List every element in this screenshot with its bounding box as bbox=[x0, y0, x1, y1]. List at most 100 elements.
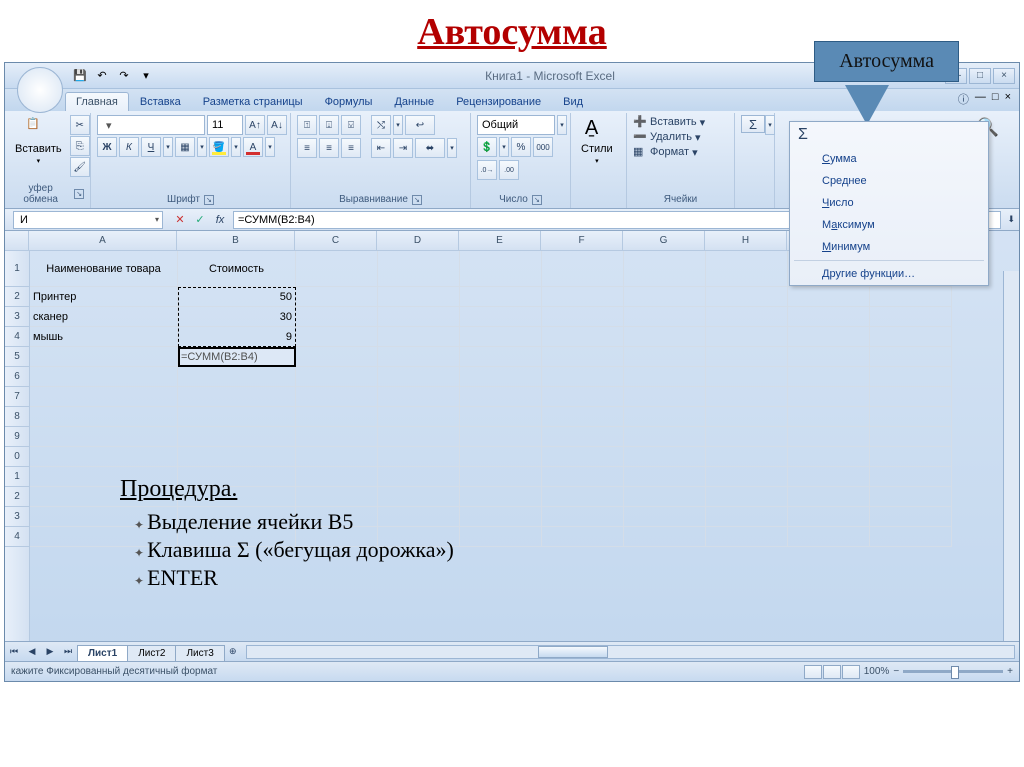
cell[interactable] bbox=[624, 251, 706, 287]
cell[interactable] bbox=[870, 387, 952, 407]
cell[interactable] bbox=[624, 447, 706, 467]
cell[interactable] bbox=[460, 527, 542, 547]
paste-button[interactable]: 📋 Вставить ▾ bbox=[11, 115, 66, 167]
shrink-font-icon[interactable]: A↓ bbox=[267, 115, 287, 135]
align-right-icon[interactable]: ≡ bbox=[341, 138, 361, 158]
wrap-text-icon[interactable]: ↩ bbox=[405, 115, 435, 135]
cell[interactable] bbox=[624, 487, 706, 507]
font-color-button[interactable]: A bbox=[243, 137, 263, 157]
cell[interactable] bbox=[296, 287, 378, 307]
cell[interactable] bbox=[706, 507, 788, 527]
cell[interactable] bbox=[542, 467, 624, 487]
cell[interactable]: Наименование товара bbox=[30, 251, 178, 287]
cell[interactable] bbox=[788, 487, 870, 507]
format-cells-button[interactable]: ▦Формат ▾ bbox=[633, 145, 705, 159]
cell[interactable] bbox=[706, 427, 788, 447]
cell[interactable]: Стоимость bbox=[178, 251, 296, 287]
doc-close-icon[interactable]: × bbox=[1005, 91, 1011, 107]
cell[interactable] bbox=[460, 407, 542, 427]
col-header[interactable]: E bbox=[459, 231, 541, 250]
qat-more-icon[interactable]: ▾ bbox=[137, 67, 155, 85]
cell[interactable] bbox=[542, 427, 624, 447]
cell[interactable]: сканер bbox=[30, 307, 178, 327]
row-header[interactable]: 0 bbox=[5, 447, 29, 467]
cell[interactable] bbox=[460, 251, 542, 287]
view-page-layout-icon[interactable] bbox=[823, 665, 841, 679]
increase-decimal-icon[interactable]: .0→ bbox=[477, 160, 497, 180]
sheet-tab[interactable]: Лист3 bbox=[175, 645, 224, 661]
cell[interactable] bbox=[460, 467, 542, 487]
cell[interactable] bbox=[870, 427, 952, 447]
cell[interactable] bbox=[460, 327, 542, 347]
cell[interactable] bbox=[178, 447, 296, 467]
name-box[interactable]: И bbox=[13, 211, 163, 229]
indent-decrease-icon[interactable]: ⇤ bbox=[371, 138, 391, 158]
doc-restore-icon[interactable]: □ bbox=[992, 91, 999, 107]
dialog-launcher-icon[interactable]: ↘ bbox=[204, 195, 214, 205]
cell[interactable] bbox=[870, 467, 952, 487]
cell[interactable] bbox=[460, 307, 542, 327]
cell[interactable] bbox=[788, 367, 870, 387]
row-header[interactable]: 8 bbox=[5, 407, 29, 427]
prev-sheet-icon[interactable]: ◀ bbox=[23, 643, 41, 661]
cell[interactable] bbox=[460, 287, 542, 307]
menu-average[interactable]: Среднее bbox=[790, 170, 988, 192]
font-name-box[interactable]: ▾ bbox=[97, 115, 205, 135]
tab-review[interactable]: Рецензирование bbox=[445, 92, 552, 111]
col-header[interactable]: D bbox=[377, 231, 459, 250]
sheet-tab[interactable]: Лист2 bbox=[127, 645, 176, 661]
cell[interactable] bbox=[870, 327, 952, 347]
cell[interactable]: Принтер bbox=[30, 287, 178, 307]
row-header[interactable]: 1 bbox=[5, 467, 29, 487]
cell[interactable] bbox=[542, 327, 624, 347]
cell[interactable] bbox=[624, 327, 706, 347]
cell[interactable] bbox=[870, 287, 952, 307]
save-icon[interactable]: 💾 bbox=[71, 67, 89, 85]
cell[interactable] bbox=[296, 307, 378, 327]
row-header[interactable]: 6 bbox=[5, 367, 29, 387]
cell[interactable] bbox=[378, 407, 460, 427]
percent-icon[interactable]: % bbox=[511, 137, 531, 157]
indent-increase-icon[interactable]: ⇥ bbox=[393, 138, 413, 158]
font-size-box[interactable]: 11 bbox=[207, 115, 243, 135]
cell[interactable] bbox=[178, 427, 296, 447]
cell[interactable] bbox=[870, 347, 952, 367]
delete-cells-button[interactable]: ➖Удалить ▾ bbox=[633, 130, 705, 144]
cell[interactable] bbox=[706, 307, 788, 327]
dialog-launcher-icon[interactable]: ↘ bbox=[412, 195, 422, 205]
sheet-tab[interactable]: Лист1 bbox=[77, 645, 128, 661]
format-painter-icon[interactable]: 🖌 bbox=[70, 157, 90, 177]
decrease-decimal-icon[interactable]: .00 bbox=[499, 160, 519, 180]
cell[interactable] bbox=[624, 507, 706, 527]
maximize-button[interactable]: □ bbox=[969, 68, 991, 84]
cell[interactable] bbox=[296, 327, 378, 347]
cell[interactable] bbox=[542, 307, 624, 327]
col-header[interactable]: H bbox=[705, 231, 787, 250]
cell[interactable] bbox=[788, 407, 870, 427]
underline-button[interactable]: Ч bbox=[141, 137, 161, 157]
cell[interactable] bbox=[460, 507, 542, 527]
cell[interactable] bbox=[542, 367, 624, 387]
row-header[interactable]: 4 bbox=[5, 327, 29, 347]
row-header[interactable]: 9 bbox=[5, 427, 29, 447]
cell[interactable] bbox=[460, 427, 542, 447]
cell[interactable] bbox=[178, 367, 296, 387]
cell[interactable] bbox=[296, 347, 378, 367]
cell[interactable] bbox=[542, 507, 624, 527]
dialog-launcher-icon[interactable]: ↘ bbox=[74, 189, 84, 199]
office-button[interactable] bbox=[17, 67, 63, 113]
cell[interactable] bbox=[460, 447, 542, 467]
comma-icon[interactable]: 000 bbox=[533, 137, 553, 157]
row-header[interactable]: 3 bbox=[5, 307, 29, 327]
cell[interactable] bbox=[870, 367, 952, 387]
cell[interactable] bbox=[30, 387, 178, 407]
autosum-button[interactable]: Σ bbox=[741, 115, 765, 133]
grow-font-icon[interactable]: A↑ bbox=[245, 115, 265, 135]
cell[interactable] bbox=[378, 367, 460, 387]
new-sheet-icon[interactable]: ⊕ bbox=[224, 643, 242, 661]
menu-more-functions[interactable]: Другие функции… bbox=[790, 263, 988, 285]
dialog-launcher-icon[interactable]: ↘ bbox=[532, 195, 542, 205]
doc-minimize-icon[interactable]: — bbox=[975, 91, 986, 107]
col-header[interactable]: A bbox=[29, 231, 177, 250]
fx-icon[interactable]: fx bbox=[211, 211, 229, 229]
